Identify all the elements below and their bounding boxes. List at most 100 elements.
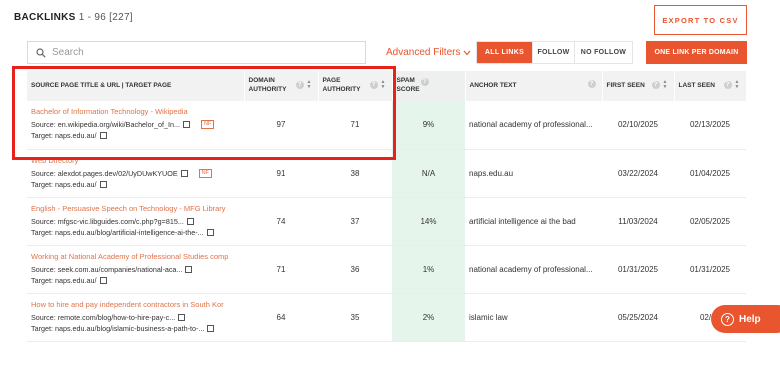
source-cell: Working at National Academy of Professio… bbox=[27, 245, 244, 294]
search-icon bbox=[36, 47, 46, 58]
sort-icon[interactable]: ▲ ▼ bbox=[381, 80, 386, 90]
source-cell: How to hire and pay independent contract… bbox=[27, 293, 244, 342]
target-url[interactable]: Target: naps.edu.au/ bbox=[31, 131, 97, 140]
search-box bbox=[27, 41, 366, 64]
external-link-icon[interactable] bbox=[99, 132, 107, 140]
table-row: How to hire and pay independent contract… bbox=[27, 293, 746, 342]
external-link-icon[interactable] bbox=[99, 276, 107, 284]
domain-authority-value: 64 bbox=[244, 293, 318, 342]
help-label: Help bbox=[739, 313, 761, 325]
source-url[interactable]: Source: mfgsc-vic.libguides.com/c.php?g=… bbox=[31, 217, 184, 226]
source-title-link[interactable]: Bachelor of Information Technology - Wik… bbox=[31, 107, 240, 116]
column-header-page-authority[interactable]: PAGE AUTHORITY ? ▲ ▼ bbox=[318, 71, 393, 101]
table-header-row: SOURCE PAGE TITLE & URL | TARGET PAGE DO… bbox=[27, 71, 747, 101]
external-link-icon[interactable] bbox=[178, 313, 186, 321]
column-header-domain-authority[interactable]: DOMAIN AUTHORITY ? ▲ ▼ bbox=[244, 71, 319, 101]
anchor-text-value: naps.edu.au bbox=[465, 149, 602, 198]
advanced-filters-label: Advanced Filters bbox=[386, 47, 461, 58]
info-icon[interactable]: ? bbox=[369, 81, 378, 89]
source-url[interactable]: Source: en.wikipedia.org/wiki/Bachelor_o… bbox=[31, 120, 180, 129]
help-icon: ? bbox=[721, 312, 734, 326]
target-url[interactable]: Target: naps.edu.au/blog/artificial-inte… bbox=[31, 228, 204, 237]
source-url[interactable]: Source: remote.com/blog/how-to-hire-pay-… bbox=[31, 313, 175, 322]
source-title-link[interactable]: Working at National Academy of Professio… bbox=[31, 252, 240, 261]
spam-score-value: N/A bbox=[392, 149, 465, 198]
source-title-link[interactable]: Web Directory bbox=[31, 156, 240, 165]
one-link-per-domain-button[interactable]: ONE LINK PER DOMAIN bbox=[646, 41, 747, 64]
info-icon[interactable]: ? bbox=[723, 81, 732, 89]
table-row: English - Persuasive Speech on Technolog… bbox=[27, 197, 746, 246]
table-row: Bachelor of Information Technology - Wik… bbox=[27, 101, 746, 150]
external-link-icon[interactable] bbox=[185, 265, 193, 273]
domain-authority-value: 91 bbox=[244, 149, 318, 198]
page-authority-value: 35 bbox=[318, 293, 392, 342]
export-csv-button[interactable]: EXPORT TO CSV bbox=[654, 5, 747, 35]
spam-score-value: 2% bbox=[392, 293, 465, 342]
spam-score-value: 14% bbox=[392, 197, 465, 246]
target-url[interactable]: Target: naps.edu.au/blog/islamic-busines… bbox=[31, 324, 204, 333]
chevron-down-icon bbox=[464, 50, 471, 55]
page-title: BACKLINKS 1 - 96 [227] bbox=[14, 12, 133, 23]
tab-all-links[interactable]: ALL LINKS bbox=[477, 42, 532, 63]
page-authority-value: 37 bbox=[318, 197, 392, 246]
sort-icon[interactable]: ▲ ▼ bbox=[735, 80, 740, 90]
table-row: Web Directory Source: alexdot.pages.dev/… bbox=[27, 149, 746, 198]
page-authority-value: 38 bbox=[318, 149, 392, 198]
anchor-text-value: national academy of professional... bbox=[465, 245, 602, 294]
column-header-last-seen[interactable]: LAST SEEN ? ▲ ▼ bbox=[674, 71, 747, 101]
first-seen-value: 05/25/2024 bbox=[602, 293, 674, 342]
external-link-icon[interactable] bbox=[183, 121, 191, 129]
anchor-text-value: islamic law bbox=[465, 293, 602, 342]
anchor-text-value: artificial intelligence ai the bad bbox=[465, 197, 602, 246]
external-link-icon[interactable] bbox=[206, 228, 214, 236]
column-header-source[interactable]: SOURCE PAGE TITLE & URL | TARGET PAGE bbox=[27, 71, 245, 101]
external-link-icon[interactable] bbox=[180, 169, 188, 177]
last-seen-value: 02/05/2025 bbox=[674, 197, 746, 246]
spam-score-value: 1% bbox=[392, 245, 465, 294]
domain-authority-value: 71 bbox=[244, 245, 318, 294]
page-authority-value: 71 bbox=[318, 101, 392, 150]
nofollow-badge: NF bbox=[198, 168, 212, 178]
source-cell: English - Persuasive Speech on Technolog… bbox=[27, 197, 244, 246]
link-type-tabs: ALL LINKS FOLLOW NO FOLLOW bbox=[476, 41, 633, 64]
tab-no-follow[interactable]: NO FOLLOW bbox=[574, 42, 632, 63]
source-cell: Web Directory Source: alexdot.pages.dev/… bbox=[27, 149, 244, 198]
column-header-first-seen[interactable]: FIRST SEEN ? ▲ ▼ bbox=[602, 71, 675, 101]
help-button[interactable]: ? Help bbox=[711, 305, 780, 333]
source-cell: Bachelor of Information Technology - Wik… bbox=[27, 101, 244, 150]
source-title-link[interactable]: English - Persuasive Speech on Technolog… bbox=[31, 204, 240, 213]
info-icon[interactable]: ? bbox=[587, 80, 596, 88]
nofollow-badge: NF bbox=[201, 120, 215, 130]
first-seen-value: 03/22/2024 bbox=[602, 149, 674, 198]
source-url[interactable]: Source: alexdot.pages.dev/02/UyDUwKYUOE bbox=[31, 169, 178, 178]
title-label: BACKLINKS bbox=[14, 12, 76, 23]
anchor-text-value: national academy of professional... bbox=[465, 101, 602, 150]
first-seen-value: 02/10/2025 bbox=[602, 101, 674, 150]
last-seen-value: 02/13/2025 bbox=[674, 101, 746, 150]
source-url[interactable]: Source: seek.com.au/companies/national-a… bbox=[31, 265, 182, 274]
source-title-link[interactable]: How to hire and pay independent contract… bbox=[31, 300, 240, 309]
column-header-anchor-text[interactable]: ANCHOR TEXT ? bbox=[465, 71, 603, 101]
tab-follow[interactable]: FOLLOW bbox=[532, 42, 574, 63]
last-seen-value: 01/04/2025 bbox=[674, 149, 746, 198]
advanced-filters-toggle[interactable]: Advanced Filters bbox=[386, 47, 471, 58]
first-seen-value: 01/31/2025 bbox=[602, 245, 674, 294]
table-row: Working at National Academy of Professio… bbox=[27, 245, 746, 294]
search-input[interactable] bbox=[52, 47, 352, 58]
external-link-icon[interactable] bbox=[207, 324, 215, 332]
column-header-spam-score[interactable]: SPAM SCORE ? bbox=[392, 71, 466, 101]
sort-icon[interactable]: ▲ ▼ bbox=[663, 80, 668, 90]
target-url[interactable]: Target: naps.edu.au/ bbox=[31, 180, 97, 189]
page-authority-value: 36 bbox=[318, 245, 392, 294]
target-url[interactable]: Target: naps.edu.au/ bbox=[31, 276, 97, 285]
sort-icon[interactable]: ▲ ▼ bbox=[307, 80, 312, 90]
info-icon[interactable]: ? bbox=[651, 81, 660, 89]
backlinks-table: SOURCE PAGE TITLE & URL | TARGET PAGE DO… bbox=[27, 71, 747, 342]
external-link-icon[interactable] bbox=[186, 217, 194, 225]
domain-authority-value: 74 bbox=[244, 197, 318, 246]
info-icon[interactable]: ? bbox=[420, 78, 429, 86]
external-link-icon[interactable] bbox=[99, 180, 107, 188]
info-icon[interactable]: ? bbox=[295, 81, 304, 89]
last-seen-value: 01/31/2025 bbox=[674, 245, 746, 294]
first-seen-value: 11/03/2024 bbox=[602, 197, 674, 246]
